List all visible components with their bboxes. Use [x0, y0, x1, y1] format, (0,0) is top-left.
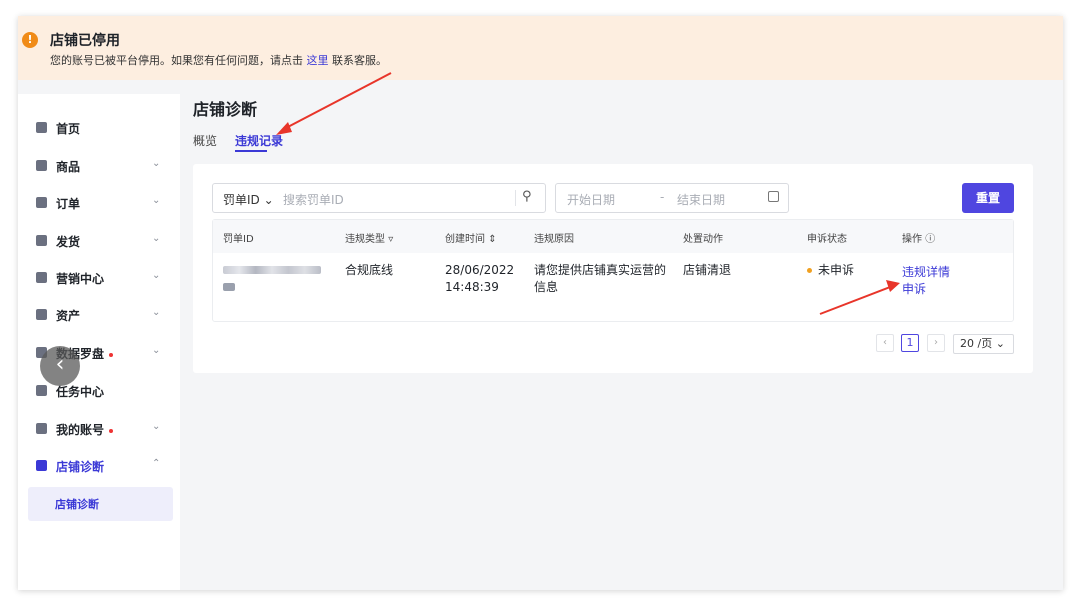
- app-window: ! 店铺已停用 您的账号已被平台停用。如果您有任何问题，请点击 这里 联系客服。…: [18, 16, 1063, 590]
- annotation-arrow-tab: [276, 72, 392, 135]
- annotation-arrows: [276, 72, 900, 315]
- annotation-arrow-appeal: [819, 280, 900, 315]
